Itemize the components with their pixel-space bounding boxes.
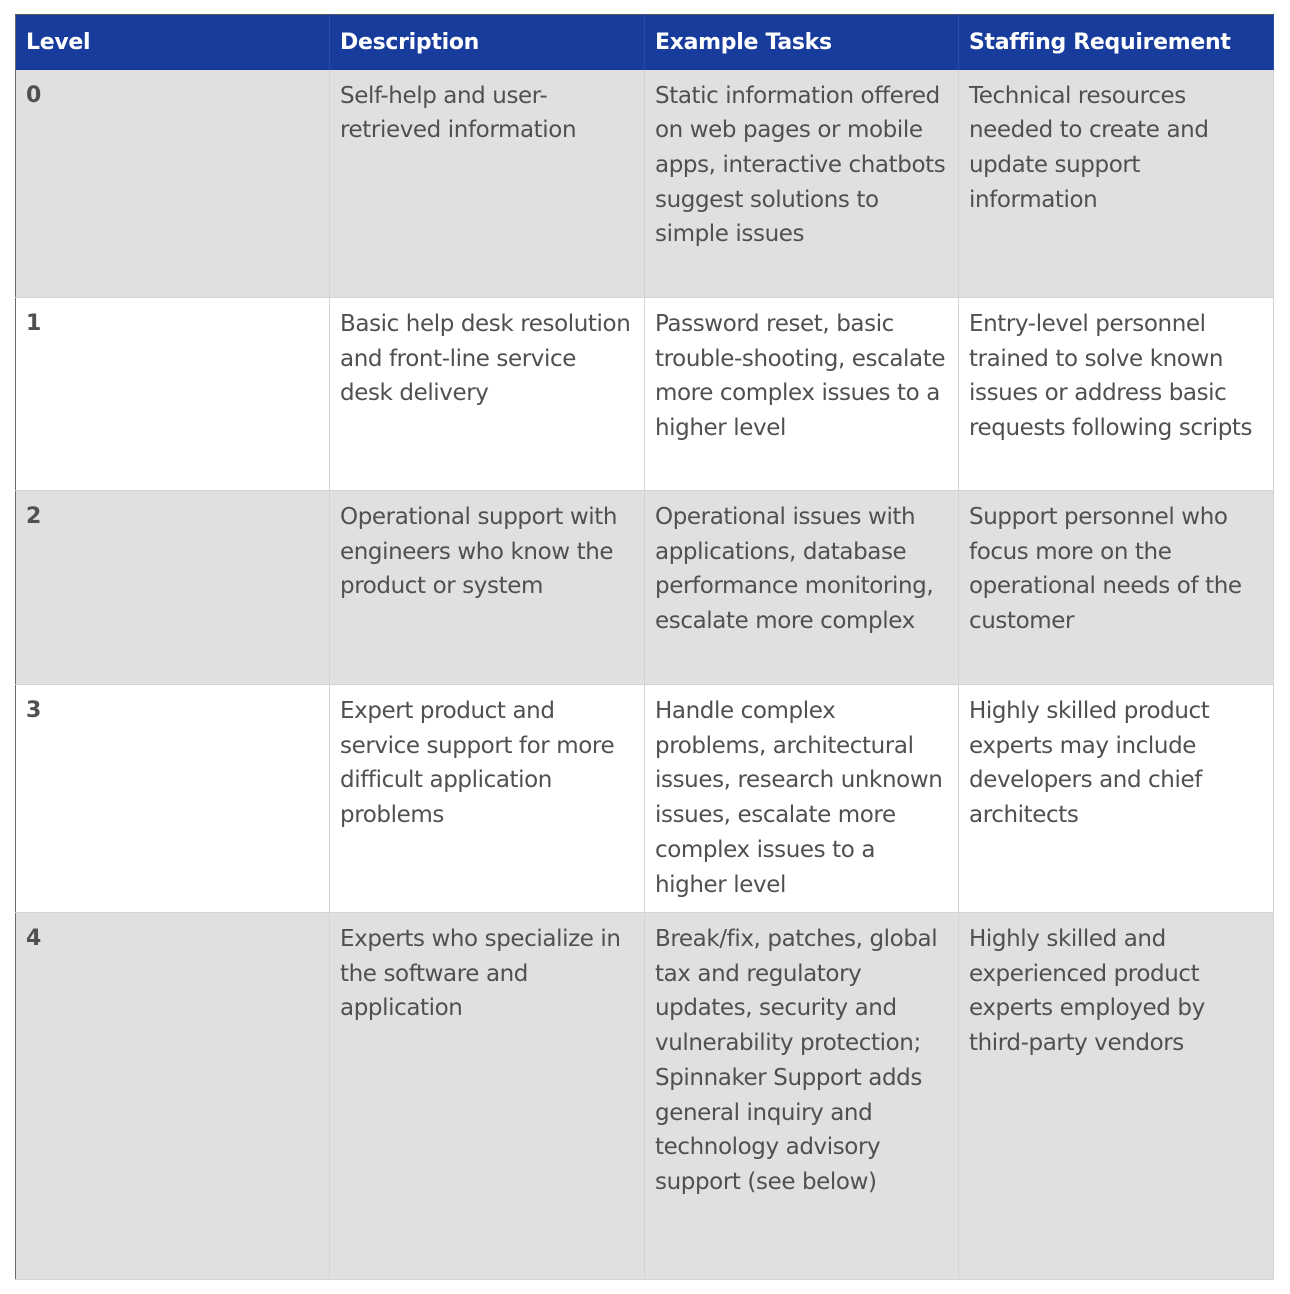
- staffing-cell: Highly skilled product experts may inclu…: [958, 684, 1274, 913]
- level-cell: 0: [15, 69, 330, 298]
- example-tasks-cell: Password reset, basic trouble-shooting, …: [644, 297, 959, 491]
- example-tasks-cell: Static information offered on web pages …: [644, 69, 959, 298]
- table-row: 3 Expert product and service support for…: [15, 684, 1274, 913]
- header-level: Level: [15, 14, 330, 70]
- staffing-cell: Technical resources needed to create and…: [958, 69, 1274, 298]
- level-cell: 4: [15, 912, 330, 1280]
- level-cell: 2: [15, 490, 330, 685]
- staffing-cell: Highly skilled and experienced product e…: [958, 912, 1274, 1280]
- table-row: 2 Operational support with engineers who…: [15, 490, 1274, 685]
- header-description: Description: [329, 14, 645, 70]
- staffing-cell: Entry-level personnel trained to solve k…: [958, 297, 1274, 491]
- table-header-row: Level Description Example Tasks Staffing…: [15, 14, 1274, 70]
- staffing-cell: Support personnel who focus more on the …: [958, 490, 1274, 685]
- table-row: 4 Experts who specialize in the software…: [15, 912, 1274, 1280]
- example-tasks-cell: Operational issues with applications, da…: [644, 490, 959, 685]
- example-tasks-cell: Handle complex problems, architectural i…: [644, 684, 959, 913]
- header-staffing-requirement: Staffing Requirement: [958, 14, 1274, 70]
- support-levels-table: Level Description Example Tasks Staffing…: [15, 14, 1274, 1280]
- description-cell: Expert product and service support for m…: [329, 684, 645, 913]
- level-cell: 1: [15, 297, 330, 491]
- description-cell: Experts who specialize in the software a…: [329, 912, 645, 1280]
- description-cell: Basic help desk resolution and front-lin…: [329, 297, 645, 491]
- level-cell: 3: [15, 684, 330, 913]
- table-row: 1 Basic help desk resolution and front-l…: [15, 297, 1274, 491]
- header-example-tasks: Example Tasks: [644, 14, 959, 70]
- description-cell: Self-help and user-retrieved information: [329, 69, 645, 298]
- example-tasks-cell: Break/fix, patches, global tax and regul…: [644, 912, 959, 1280]
- description-cell: Operational support with engineers who k…: [329, 490, 645, 685]
- table-row: 0 Self-help and user-retrieved informati…: [15, 69, 1274, 298]
